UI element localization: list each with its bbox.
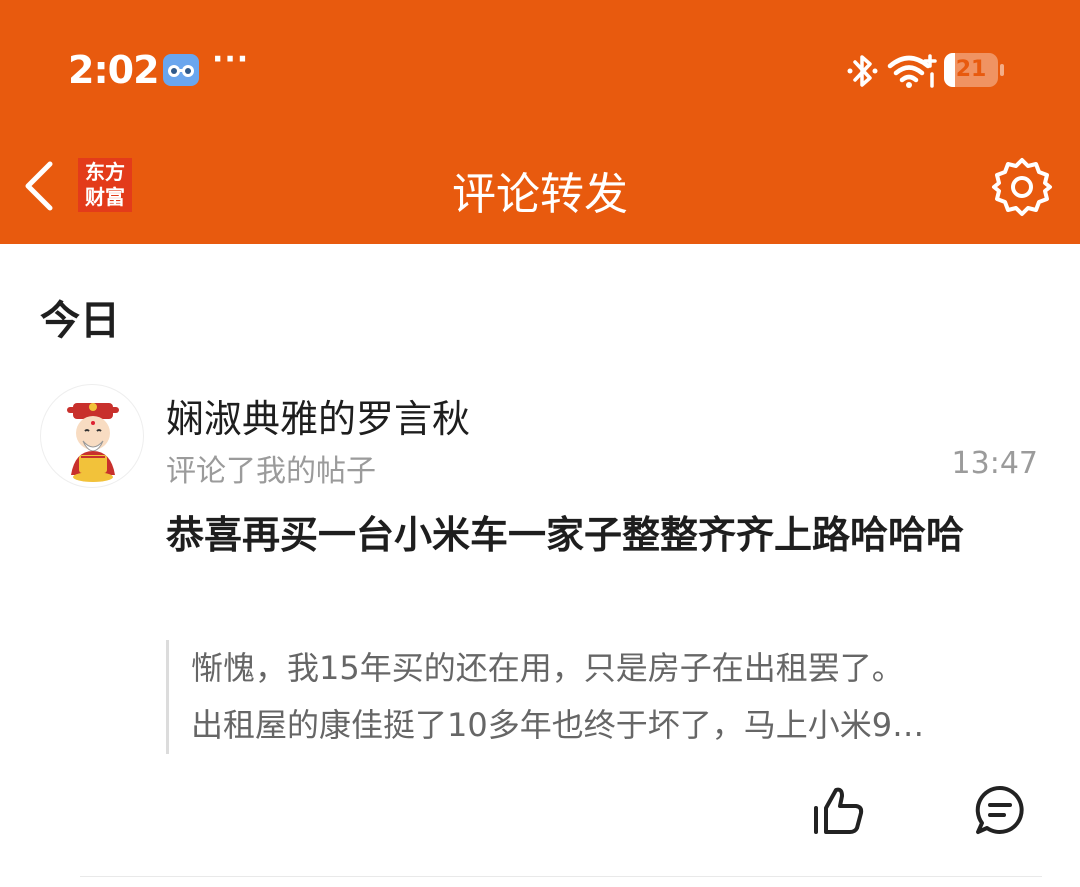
status-time: 2:02 xyxy=(68,48,160,92)
thumbs-up-icon[interactable] xyxy=(810,784,866,838)
section-title-today: 今日 xyxy=(40,298,120,344)
quoted-post[interactable]: 惭愧，我15年买的还在用，只是房子在出租罢了。 出租屋的康佳挺了10多年也终于坏… xyxy=(166,640,1040,754)
battery-level: 21 xyxy=(955,57,987,82)
battery-icon: 21 xyxy=(944,53,1004,87)
wifi-icon xyxy=(886,52,938,94)
top-header: 2:02 ··· 21 东方 财富 评论转发 xyxy=(0,0,1080,244)
quoted-post-line: 惭愧，我15年买的还在用，只是房子在出租罢了。 xyxy=(191,649,904,687)
page-title: 评论转发 xyxy=(452,169,628,220)
avatar[interactable] xyxy=(40,384,144,488)
back-arrow-icon[interactable] xyxy=(18,160,62,212)
status-more-indicator: ··· xyxy=(212,42,250,77)
quoted-post-line: 出租屋的康佳挺了10多年也终于坏了，马上小米9… xyxy=(191,706,925,744)
comment-icon[interactable] xyxy=(974,784,1026,836)
action-text: 评论了我的帖子 xyxy=(166,454,376,489)
gear-icon[interactable] xyxy=(990,155,1054,219)
divider xyxy=(80,876,1042,877)
app-logo: 东方 财富 xyxy=(78,158,132,212)
bluetooth-icon xyxy=(846,52,880,94)
username[interactable]: 娴淑典雅的罗言秋 xyxy=(166,388,470,443)
timestamp: 13:47 xyxy=(951,446,1038,481)
comment-text[interactable]: 恭喜再买一台小米车一家子整整齐齐上路哈哈哈 xyxy=(166,508,1026,562)
glasses-app-icon xyxy=(163,54,199,86)
